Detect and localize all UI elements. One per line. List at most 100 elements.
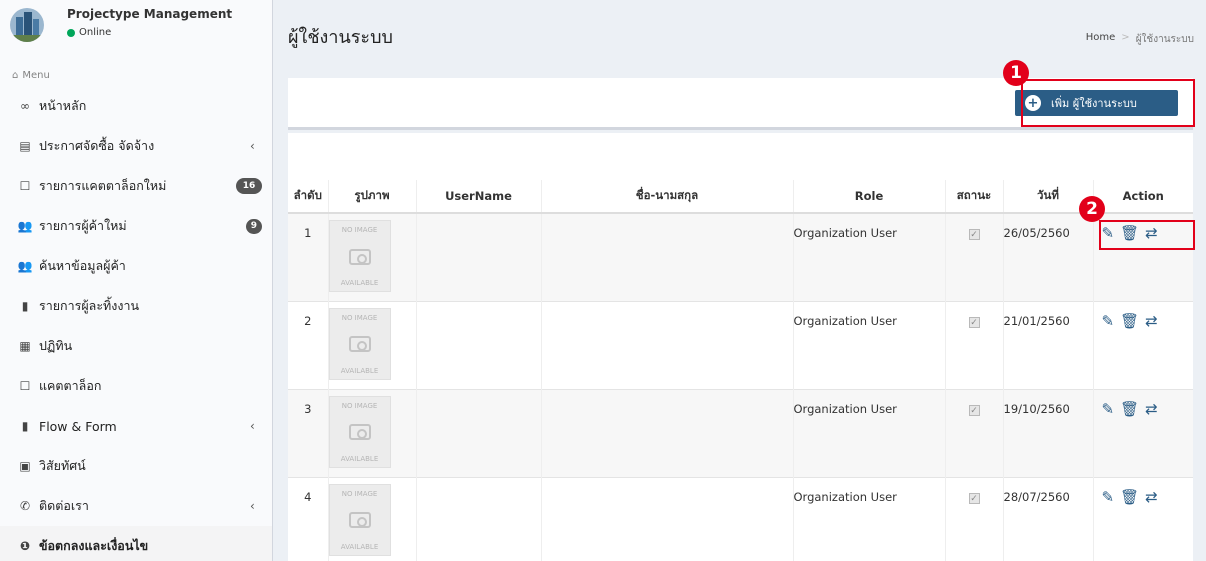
home-icon: ⌂ (12, 69, 19, 81)
image-icon (348, 424, 371, 440)
role-cell: Organization User (793, 489, 897, 504)
users-icon: 👥 (17, 219, 33, 233)
available-text: AVAILABLE (340, 279, 379, 287)
sidebar-item-1[interactable]: ▤ ประกาศจัดซื้อ จัดจ้าง ‹ (0, 126, 272, 166)
image-icon (348, 512, 371, 528)
no-image-text: NO IMAGE (341, 313, 378, 322)
sidebar-item-8[interactable]: ▮ Flow & Form ‹ (0, 406, 272, 446)
online-label: Online (79, 27, 112, 38)
menu-header-label: Menu (22, 69, 50, 81)
available-text: AVAILABLE (340, 366, 379, 375)
annotation-marker-1: 1 (1003, 60, 1029, 86)
no-image-placeholder: NO IMAGE AVAILABLE (328, 483, 391, 556)
sidebar-menu: ∞ หน้าหลัก ▤ ประกาศจัดซื้อ จัดจ้าง ‹ ☐ รายการแ… (0, 86, 272, 561)
edit-pencil-icon[interactable]: ✎ (1102, 401, 1115, 417)
reset-retweet-icon[interactable]: ⇄ (1145, 401, 1158, 417)
square-icon: ☐ (19, 379, 31, 393)
sidebar-item-3[interactable]: 👥 รายการผู้ค้าใหม่ 9 (0, 206, 272, 246)
reset-retweet-icon[interactable]: ⇄ (1145, 313, 1158, 329)
date-cell: 19/10/2560 (1003, 401, 1070, 416)
image-icon (348, 336, 371, 352)
online-status: Online (67, 27, 111, 38)
sidebar-item-7[interactable]: ☐ แคตตาล็อก (0, 366, 272, 406)
column-header: รูปภาพ (327, 180, 416, 214)
row-actions: ✎ 🗑 ⇄ (1094, 489, 1194, 505)
sidebar-item-label: ข้อตกลงและเงื่อนไข (39, 538, 149, 553)
annotation-box-2 (1099, 220, 1195, 250)
sidebar-item-2[interactable]: ☐ รายการแคตตาล็อกใหม่ 16 (0, 166, 272, 206)
online-dot-icon (67, 28, 75, 37)
row-actions: ✎ 🗑 ⇄ (1094, 313, 1194, 329)
whatsapp-icon: ✆ (19, 499, 31, 513)
column-header: ชื่อ-นามสกุล (540, 180, 793, 214)
sidebar-item-9[interactable]: ▣ วิสัยทัศน์ (0, 446, 272, 486)
delete-trash-icon[interactable]: 🗑 (1120, 313, 1139, 329)
role-cell: Organization User (793, 313, 897, 328)
date-cell: 21/01/2560 (1003, 313, 1070, 328)
chevron-left-icon: ‹ (250, 499, 255, 513)
no-image-text: NO IMAGE (341, 489, 378, 498)
newspaper-icon: ▤ (19, 139, 31, 153)
row-number: 3 (304, 401, 312, 416)
page-title: ผู้ใช้งานระบบ (288, 27, 393, 48)
users-box: ลำดับ รูปภาพ UserName ชื่อ-นามสกุล Role สถานะ… (288, 133, 1193, 561)
sidebar-item-label: ปฏิทิน (39, 338, 73, 353)
sidebar-item-label: Flow & Form (39, 418, 117, 434)
count-badge: 9 (245, 218, 262, 234)
sidebar-item-10[interactable]: ✆ ติดต่อเรา ‹ (0, 486, 272, 526)
edit-pencil-icon[interactable]: ✎ (1102, 489, 1115, 505)
image-icon (348, 248, 371, 265)
sidebar-item-0[interactable]: ∞ หน้าหลัก (0, 86, 272, 126)
column-header: UserName (415, 180, 541, 214)
reset-retweet-icon[interactable]: ⇄ (1145, 489, 1158, 505)
sidebar-item-5[interactable]: ▮ รายการผู้ละทิ้งงาน (0, 286, 272, 326)
annotation-marker-2: 2 (1079, 196, 1105, 222)
users-table: ลำดับ รูปภาพ UserName ชื่อ-นามสกุล Role สถานะ… (288, 180, 1193, 561)
available-text: AVAILABLE (340, 454, 379, 463)
no-image-placeholder: NO IMAGE AVAILABLE (328, 395, 391, 468)
table-row: 2 NO IMAGE AVAILABLE Organization User ✓ 21/0… (288, 300, 1194, 389)
file-icon: ▮ (21, 299, 29, 313)
link-icon: ∞ (20, 99, 30, 113)
sidebar-item-label: แคตตาล็อก (39, 378, 102, 393)
status-checkbox[interactable]: ✓ (968, 229, 980, 240)
annotation-box-1 (1021, 79, 1195, 127)
no-image-text: NO IMAGE (341, 226, 378, 234)
role-cell: Organization User (793, 401, 897, 416)
info-icon: ❶ (19, 539, 31, 553)
breadcrumb-current: ผู้ใช้งานระบบ (1135, 34, 1194, 45)
sidebar-item-label: ประกาศจัดซื้อ จัดจ้าง (39, 138, 155, 153)
sidebar-item-label: รายการแคตตาล็อกใหม่ (39, 178, 167, 193)
table-row: 1 NO IMAGE AVAILABLE Organization User ✓ 26/0… (288, 212, 1193, 301)
table-row: 3 NO IMAGE AVAILABLE Organization User ✓ 19/1… (288, 388, 1193, 477)
available-text: AVAILABLE (340, 542, 379, 551)
delete-trash-icon[interactable]: 🗑 (1120, 489, 1139, 505)
menu-header: ⌂ Menu (0, 64, 272, 86)
sidebar-item-label: รายการผู้ละทิ้งงาน (39, 298, 140, 313)
sidebar-item-label: ติดต่อเรา (39, 498, 89, 513)
status-checkbox[interactable]: ✓ (968, 492, 980, 504)
sidebar-item-4[interactable]: 👥 ค้นหาข้อมูลผู้ค้า (0, 246, 272, 286)
delete-trash-icon[interactable]: 🗑 (1120, 401, 1139, 417)
edit-pencil-icon[interactable]: ✎ (1102, 313, 1115, 329)
status-checkbox[interactable]: ✓ (968, 316, 980, 328)
row-number: 2 (304, 313, 312, 328)
breadcrumb-home[interactable]: Home (1086, 32, 1116, 47)
date-cell: 26/05/2560 (1003, 226, 1070, 240)
sidebar: Projectype Management Online ⌂ Menu ∞ หน้… (0, 0, 273, 561)
sidebar-item-label: ค้นหาข้อมูลผู้ค้า (39, 258, 126, 273)
user-panel: Projectype Management Online (0, 0, 272, 64)
table-row: 4 NO IMAGE AVAILABLE Organization User ✓ 28/0… (288, 476, 1194, 561)
status-checkbox[interactable]: ✓ (968, 404, 980, 416)
calendar-icon: ▦ (19, 339, 31, 353)
sidebar-item-11[interactable]: ❶ ข้อตกลงและเงื่อนไข (0, 526, 272, 561)
no-image-placeholder: NO IMAGE AVAILABLE (328, 307, 391, 380)
row-number: 4 (304, 489, 312, 504)
sidebar-item-6[interactable]: ▦ ปฏิทิน (0, 326, 272, 366)
column-header: สถานะ (944, 180, 1003, 214)
sidebar-item-label: หน้าหลัก (39, 98, 87, 113)
main-content: ผู้ใช้งานระบบ Home > ผู้ใช้งานระบบ + เพิ… (273, 0, 1206, 561)
sidebar-item-label: วิสัยทัศน์ (39, 458, 86, 473)
breadcrumb: Home > ผู้ใช้งานระบบ (1086, 32, 1194, 47)
chevron-left-icon: ‹ (250, 139, 255, 153)
